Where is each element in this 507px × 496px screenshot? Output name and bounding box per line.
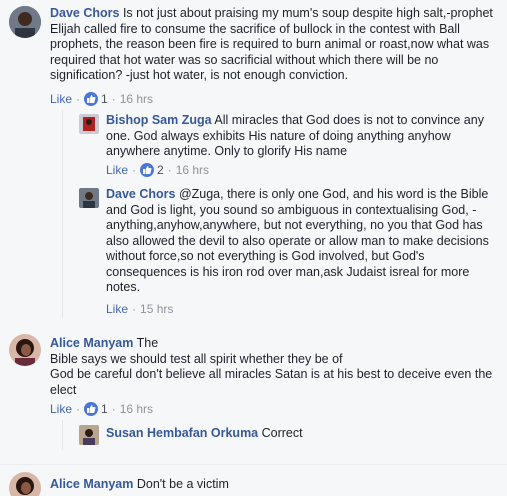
avatar-susan-hembafan-orkuma[interactable] (79, 425, 99, 445)
comment-text: The (133, 336, 159, 350)
avatar-dave-chors[interactable] (9, 6, 41, 38)
avatar-alice-manyam[interactable] (9, 334, 41, 366)
avatar-image (9, 472, 41, 496)
comment-timestamp[interactable]: 16 hrs (120, 92, 153, 106)
comment-text-line: God be careful don't believe all miracle… (50, 367, 493, 397)
comment-text: Correct (258, 426, 303, 440)
comment-text: @Zuga, there is only one God, and his wo… (106, 187, 489, 294)
like-button[interactable]: Like (106, 163, 128, 177)
comment-author[interactable]: Bishop Sam Zuga (106, 113, 212, 127)
comment-body: Dave Chors @Zuga, there is only one God,… (106, 187, 502, 296)
thumbs-up-icon[interactable] (84, 402, 99, 416)
comment-author[interactable]: Alice Manyam (50, 477, 133, 491)
comment-actions: Like · 1 · 16 hrs (50, 92, 154, 106)
avatar-image (9, 334, 41, 366)
comment-body: Dave Chors Is not just about praising my… (50, 6, 502, 84)
avatar-image (79, 114, 99, 134)
like-button[interactable]: Like (50, 92, 72, 106)
comment-actions: Like · 2 · 16 hrs (106, 163, 210, 177)
comment-body: Bishop Sam Zuga All miracles that God do… (106, 113, 502, 160)
like-button[interactable]: Like (106, 302, 128, 316)
reaction-count[interactable]: 2 (157, 163, 164, 177)
comment-timestamp[interactable]: 15 hrs (140, 302, 173, 316)
comment-body: Alice Manyam Don't be a victim (50, 477, 502, 493)
comment-author[interactable]: Dave Chors (106, 187, 175, 201)
comment-body: Alice Manyam The Bible says we should te… (50, 336, 502, 398)
thumbs-up-icon[interactable] (84, 92, 99, 106)
comment-actions: Like · 15 hrs (106, 302, 174, 316)
comment-author[interactable]: Alice Manyam (50, 336, 133, 350)
avatar-bishop-sam-zuga[interactable] (79, 114, 99, 134)
reaction-count[interactable]: 1 (101, 402, 108, 416)
thumbs-up-icon[interactable] (140, 163, 155, 177)
avatar-image (9, 6, 41, 38)
comment-actions: Like · 1 · 16 hrs (50, 402, 154, 416)
comment-text-line: Bible says we should test all spirit whe… (50, 351, 343, 366)
reply-thread-line (62, 420, 63, 450)
comment-author[interactable]: Dave Chors (50, 6, 119, 20)
comment-text: Don't be a victim (133, 477, 229, 491)
reply-thread-line (62, 110, 63, 318)
avatar-image (79, 425, 99, 445)
like-button[interactable]: Like (50, 402, 72, 416)
avatar-image (79, 188, 99, 208)
comment-timestamp[interactable]: 16 hrs (120, 402, 153, 416)
avatar-dave-chors[interactable] (79, 188, 99, 208)
comment-timestamp[interactable]: 16 hrs (176, 163, 209, 177)
comment-divider (0, 464, 507, 465)
comment-author[interactable]: Susan Hembafan Orkuma (106, 426, 258, 440)
avatar-alice-manyam[interactable] (9, 472, 41, 496)
comment-body: Susan Hembafan Orkuma Correct (106, 426, 502, 442)
reaction-count[interactable]: 1 (101, 92, 108, 106)
